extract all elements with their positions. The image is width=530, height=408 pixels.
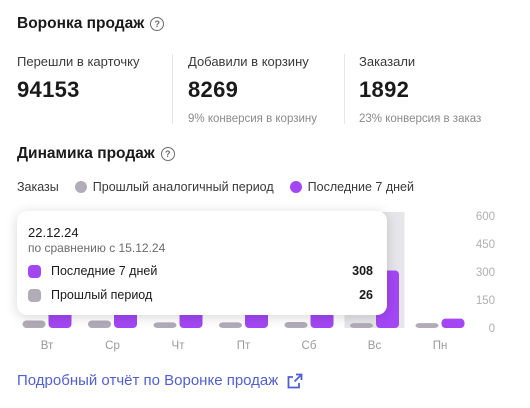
tooltip-date: 22.12.24 [28,225,79,240]
x-tick-label: Ср [105,340,120,352]
x-tick-label: Вс [368,340,382,352]
x-tick-label: Пт [237,340,251,352]
metric-label: Заказали [359,54,416,69]
legend-text-current: Последние 7 дней [307,180,414,194]
legend-text-prev: Прошлый аналогичный период [92,180,274,194]
report-link-label: Подробный отчёт по Воронке продаж [17,372,279,389]
y-tick-label: 150 [476,295,495,307]
legend-dot-prev [74,181,87,193]
tooltip-swatch-prev [28,288,41,302]
help-icon[interactable]: ? [160,147,175,161]
tooltip-swatch-current [28,264,41,278]
metric-label: Перешли в карточку [17,54,140,69]
y-tick-label: 600 [476,211,495,223]
tooltip-row-prev: Прошлый период 26 [28,288,373,302]
chart-legend: Заказы Прошлый аналогичный период Послед… [17,180,414,194]
metric-divider [172,54,173,124]
tooltip-compare: по сравнению с 15.12.24 [28,241,166,255]
bar-prev [219,322,242,328]
x-tick-label: Пн [433,340,448,352]
y-tick-label: 300 [476,267,495,279]
metric-card-cart: Добавили в корзину 8269 9% конверсия в к… [188,54,317,125]
tooltip-label: Прошлый период [51,288,153,302]
tooltip-label: Последние 7 дней [51,264,158,278]
dynamics-title-row: Динамика продаж ? [17,145,175,163]
help-icon[interactable]: ? [150,17,165,31]
bar-current [441,318,465,328]
bar-prev [415,323,439,328]
legend-item-current[interactable]: Последние 7 дней [289,180,414,194]
legend-dot-current [289,181,302,193]
x-tick-label: Вт [41,340,54,352]
metric-value: 8269 [188,77,239,102]
bar-prev [88,320,111,328]
y-tick-label: 0 [489,323,495,335]
x-tick-label: Сб [302,340,317,352]
bar-prev [284,322,308,328]
metric-card-orders: Заказали 1892 23% конверсия в заказ [359,54,481,125]
metric-card-views: Перешли в карточку 94153 [17,54,139,103]
metric-conversion: 23% конверсия в заказ [359,113,482,125]
tooltip-row-current: Последние 7 дней 308 [28,264,373,278]
external-link-icon [287,373,303,388]
chart-tooltip: 22.12.24 по сравнению с 15.12.24 Последн… [17,211,387,315]
legend-item-prev[interactable]: Прошлый аналогичный период [74,180,274,194]
metric-label: Добавили в корзину [188,54,309,69]
metric-conversion: 9% конверсия в корзину [188,113,318,125]
bar-prev [350,323,373,328]
tooltip-value: 26 [359,288,373,302]
dynamics-title: Динамика продаж [17,145,155,162]
metric-value: 1892 [359,77,410,102]
report-link[interactable]: Подробный отчёт по Воронке продаж [17,372,303,389]
bar-prev [22,320,46,328]
tooltip-value: 308 [352,264,373,278]
metric-value: 94153 [17,77,80,102]
y-tick-label: 450 [476,239,495,251]
bar-prev [153,322,177,328]
x-tick-label: Чт [172,340,186,352]
legend-label: Заказы [17,180,59,194]
metric-divider [344,54,345,124]
funnel-title-row: Воронка продаж ? [17,15,165,33]
funnel-title: Воронка продаж [17,15,145,32]
